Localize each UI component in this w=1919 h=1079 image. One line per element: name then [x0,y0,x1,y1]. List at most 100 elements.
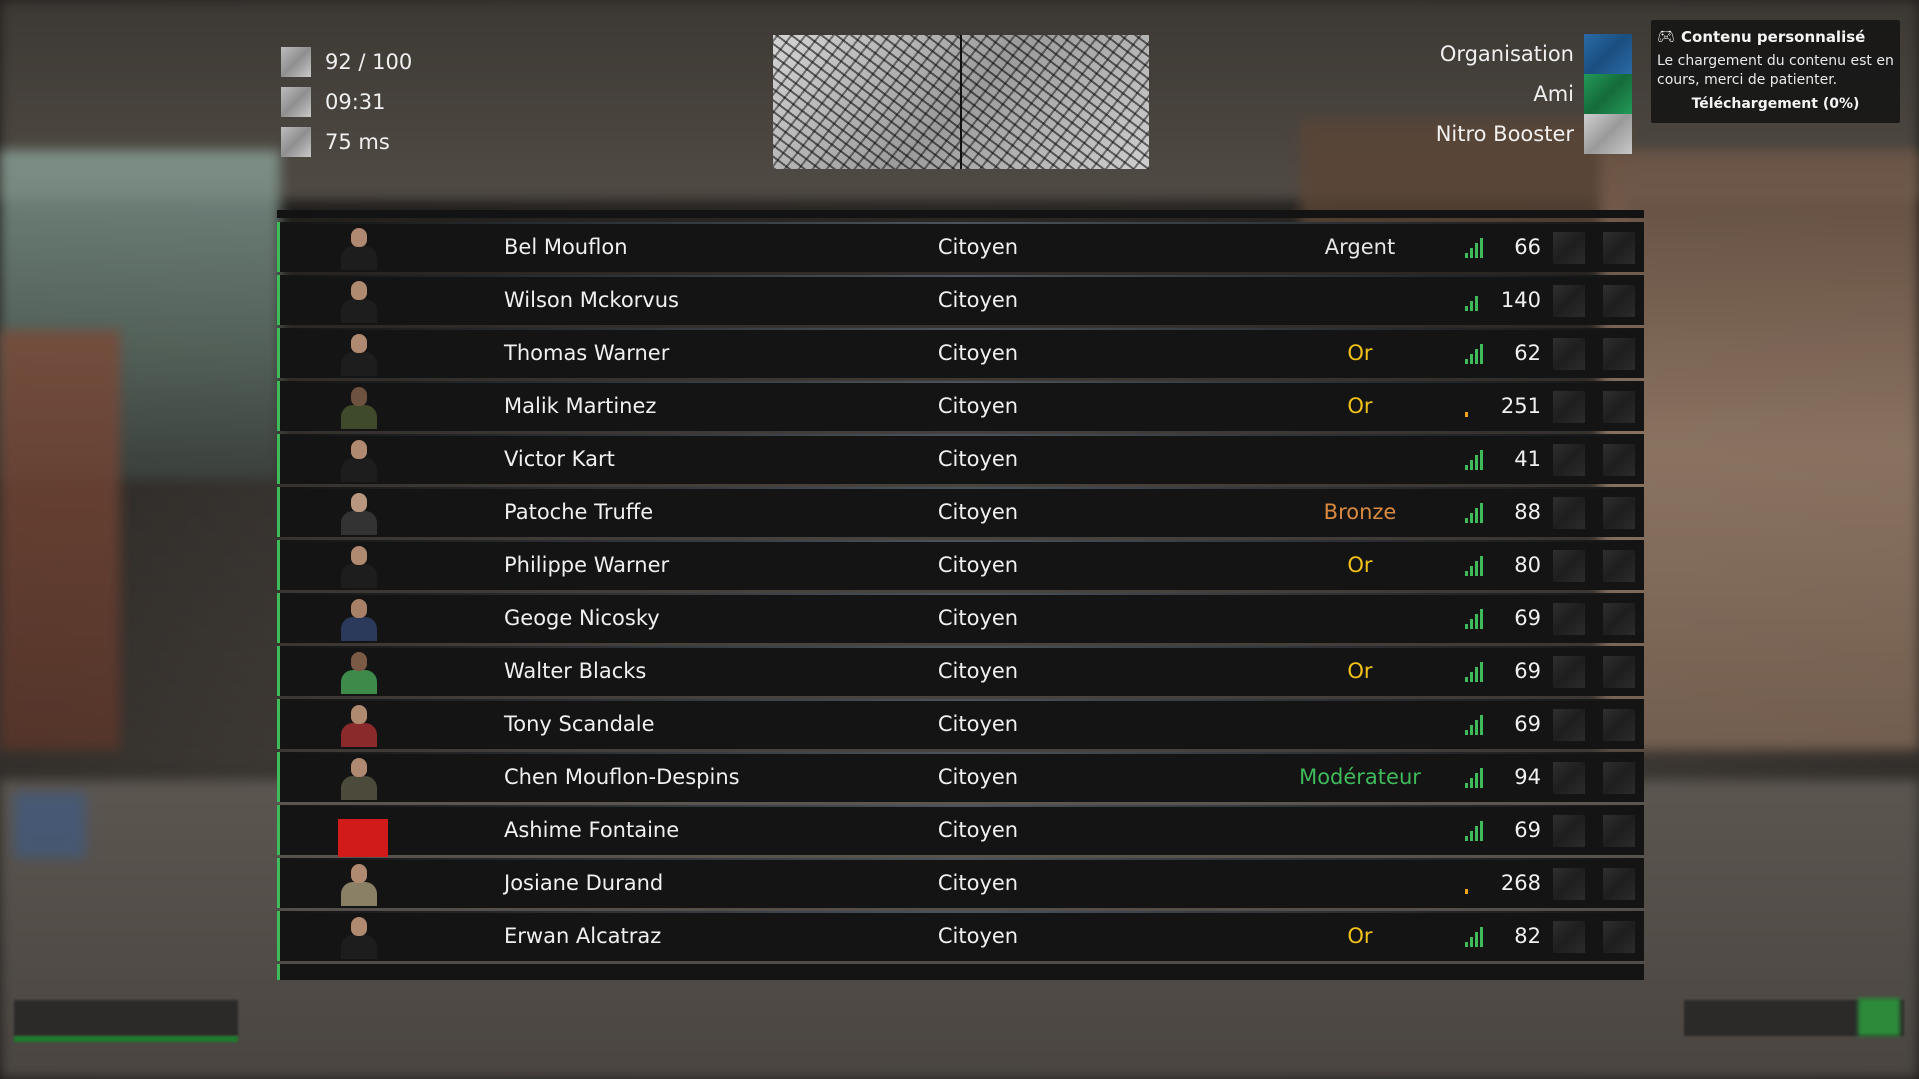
latency: 75 ms [281,122,412,162]
mute-button[interactable] [1603,497,1635,529]
profile-button[interactable] [1553,709,1585,741]
table-row[interactable]: Walter Blacks Citoyen Or 69 [277,646,1644,696]
profile-button[interactable] [1553,921,1585,953]
mute-button[interactable] [1603,709,1635,741]
signal-bar [1470,672,1473,682]
row-highlight [280,275,1644,277]
player-rank: Or [1347,924,1373,948]
signal-bar [1475,243,1478,258]
signal-bar [1475,508,1478,523]
mute-button[interactable] [1603,762,1635,794]
table-row[interactable]: Josiane Durand Citoyen 268 [277,858,1644,908]
player-job: Citoyen [937,712,1019,736]
avatar [338,491,380,535]
player-name: Thomas Warner [504,341,670,365]
table-row[interactable]: Bel Mouflon Citoyen Argent 66 [277,222,1644,272]
profile-button[interactable] [1553,338,1585,370]
profile-button[interactable] [1553,232,1585,264]
mute-button[interactable] [1603,444,1635,476]
avatar-head [351,440,367,459]
player-name: Victor Kart [504,447,615,471]
profile-button[interactable] [1553,391,1585,423]
profile-button[interactable] [1553,444,1585,476]
hud-player-panel [14,1000,238,1036]
mute-button[interactable] [1603,232,1635,264]
signal-bar [1470,831,1473,841]
profile-button[interactable] [1553,762,1585,794]
signal-bar [1465,783,1468,788]
profile-button[interactable] [1553,603,1585,635]
signal-bar [1465,836,1468,841]
mute-button[interactable] [1603,815,1635,847]
gamepad-icon: 🎮︎ [1657,29,1675,45]
table-row[interactable]: Chen Mouflon-Despins Citoyen Modérateur 94 [277,752,1644,802]
row-highlight [280,593,1644,595]
player-name: Walter Blacks [504,659,647,683]
signal-bar [1480,450,1483,470]
table-row[interactable]: Philippe Warner Citoyen Or 80 [277,540,1644,590]
signal-bar [1475,614,1478,629]
player-name: Wilson Mckorvus [504,288,679,312]
mute-button[interactable] [1603,391,1635,423]
avatar-head [351,917,367,936]
mute-button[interactable] [1603,656,1635,688]
table-row[interactable]: Geoge Nicosky Citoyen 69 [277,593,1644,643]
table-row[interactable]: Erwan Alcatraz Citoyen Or 82 [277,911,1644,961]
profile-button[interactable] [1553,285,1585,317]
avatar-body [341,246,377,270]
mute-button[interactable] [1603,550,1635,582]
mute-button[interactable] [1603,338,1635,370]
signal-bar [1465,253,1468,258]
signal-bar [1470,354,1473,364]
profile-button[interactable] [1553,815,1585,847]
avatar-body [341,723,377,747]
table-row[interactable]: Patoche Truffe Citoyen Bronze 88 [277,487,1644,537]
signal-icon [1465,448,1487,470]
profile-button[interactable] [1553,550,1585,582]
table-row[interactable]: Thomas Warner Citoyen Or 62 [277,328,1644,378]
table-row[interactable]: Malik Martinez Citoyen Or 251 [277,381,1644,431]
profile-button[interactable] [1553,868,1585,900]
signal-bar [1465,730,1468,735]
row-highlight [280,487,1644,489]
avatar-head [351,652,367,671]
mute-button[interactable] [1603,603,1635,635]
row-highlight [280,752,1644,754]
error-model-icon [338,819,388,857]
legend-label: Ami [1533,82,1574,106]
signal-bar [1470,725,1473,735]
profile-button[interactable] [1553,656,1585,688]
mute-button[interactable] [1603,285,1635,317]
signal-bar [1465,889,1468,894]
signal-bar [1480,609,1483,629]
signal-bar [1465,677,1468,682]
signal-bar [1475,667,1478,682]
server-stats: 92 / 100 09:31 75 ms [281,42,412,162]
scoreboard[interactable]: Bel Mouflon Citoyen Argent 66 Wilson Mckorvu… [277,210,1644,980]
background-brick-wall-right [1600,150,1919,750]
server-banner [773,35,1149,169]
avatar [338,862,380,906]
signal-icon [1465,766,1487,788]
table-row[interactable]: Victor Kart Citoyen 41 [277,434,1644,484]
player-count-text: 92 / 100 [325,50,413,74]
avatar-head [351,705,367,724]
signal-icon [1465,713,1487,735]
table-row-partial [277,210,1644,218]
row-highlight [280,805,1644,807]
signal-icon [1465,872,1487,894]
player-ping: 268 [1500,871,1541,895]
avatar-head [351,387,367,406]
signal-bar [1480,821,1483,841]
table-row[interactable]: Ashime Fontaine Citoyen 69 [277,805,1644,857]
row-highlight [280,381,1644,383]
mute-button[interactable] [1603,868,1635,900]
player-name: Erwan Alcatraz [504,924,662,948]
table-row[interactable]: Wilson Mckorvus Citoyen 140 [277,275,1644,325]
player-name: Philippe Warner [504,553,670,577]
player-rank: Or [1347,341,1373,365]
mute-button[interactable] [1603,921,1635,953]
profile-button[interactable] [1553,497,1585,529]
avatar-head [351,599,367,618]
table-row[interactable]: Tony Scandale Citoyen 69 [277,699,1644,749]
